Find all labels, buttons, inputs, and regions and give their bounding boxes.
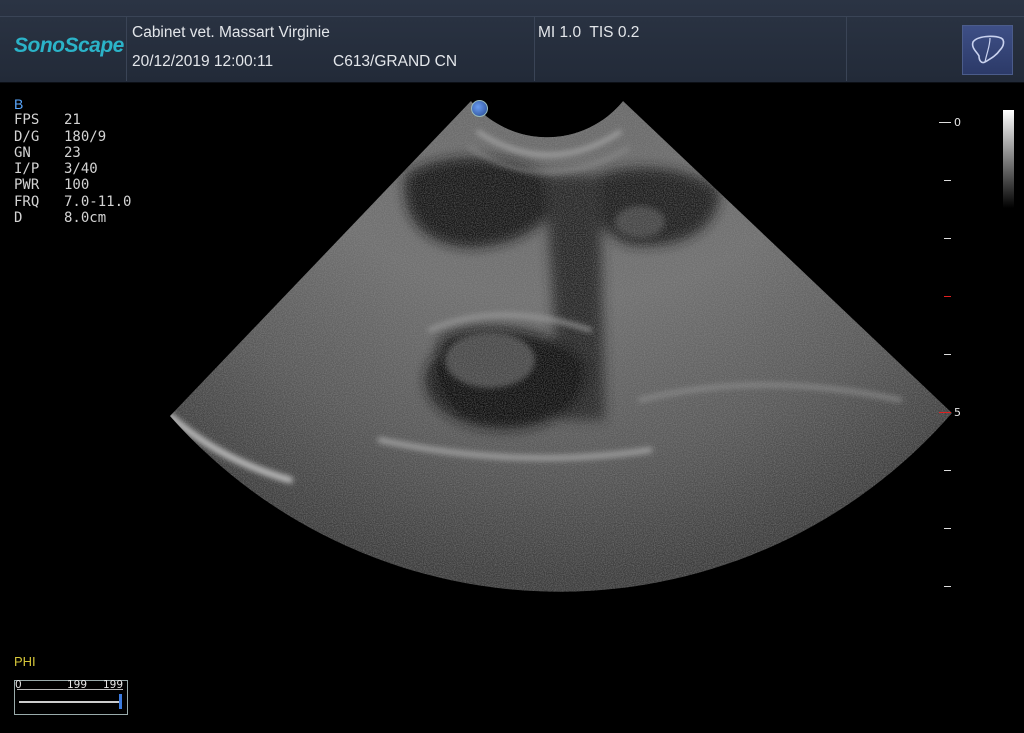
- grayscale-bar: [1003, 110, 1014, 208]
- mode-label: B: [14, 96, 24, 112]
- depth-label-mid: 5: [954, 406, 961, 419]
- param-row: GN 23: [14, 144, 81, 161]
- depth-tick: [944, 354, 951, 355]
- ultrasound-image[interactable]: [0, 0, 1024, 733]
- depth-tick: [944, 238, 951, 239]
- param-row: FPS 21: [14, 112, 81, 129]
- phi-max: 199: [103, 679, 124, 691]
- depth-tick: [944, 180, 951, 181]
- focus-marker[interactable]: [944, 296, 951, 297]
- imaging-parameters: B FPS 21 D/G 180/9 GN 23 I/P 3/40 PWR 100 FRQ…: [14, 96, 131, 226]
- param-row: FRQ 7.0-11.0: [14, 193, 132, 210]
- depth-label-top: 0: [954, 116, 961, 129]
- orientation-marker: [471, 100, 488, 117]
- param-row: I/P 3/40: [14, 161, 98, 178]
- param-row: D 8.0cm: [14, 210, 107, 227]
- param-row: PWR 100: [14, 177, 90, 194]
- phi-handle[interactable]: [119, 694, 122, 709]
- phi-min: 0: [15, 679, 22, 691]
- focus-marker[interactable]: [939, 412, 951, 413]
- depth-tick: [944, 586, 951, 587]
- phi-label: PHI: [14, 654, 36, 669]
- phi-slider[interactable]: 0 199 199: [14, 679, 128, 715]
- sector-scan: [170, 101, 952, 592]
- param-row: D/G 180/9: [14, 128, 107, 145]
- phi-track: [19, 701, 119, 703]
- phi-mid: 199: [67, 679, 88, 691]
- depth-tick: [944, 470, 951, 471]
- depth-tick: [939, 122, 951, 123]
- depth-tick: [944, 528, 951, 529]
